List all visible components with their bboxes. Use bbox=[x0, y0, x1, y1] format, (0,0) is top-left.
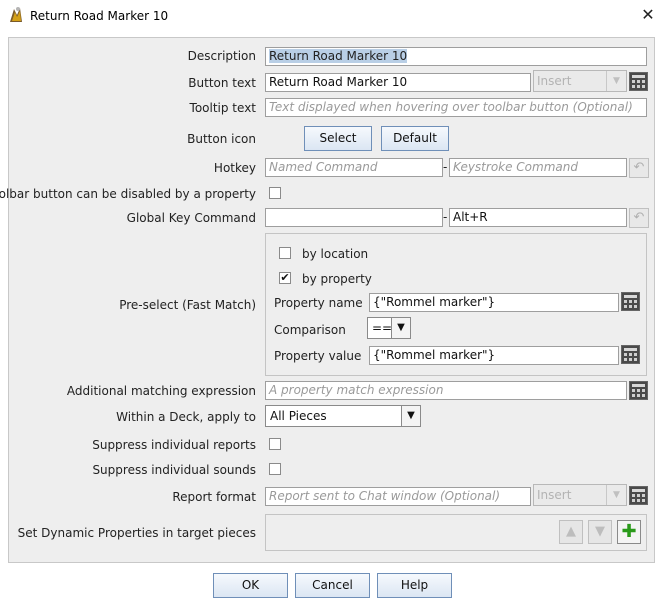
button-text-insert-combo[interactable]: Insert ▼ bbox=[533, 70, 627, 92]
preselect-group: by location ✔ by property Property name … bbox=[265, 233, 647, 376]
property-name-field[interactable]: {"Rommel marker"} bbox=[369, 293, 619, 312]
button-icon-label: Button icon bbox=[187, 132, 256, 146]
suppress-reports-checkbox[interactable] bbox=[269, 438, 281, 450]
property-value-calculator-icon[interactable] bbox=[621, 345, 640, 364]
by-location-label: by location bbox=[302, 247, 369, 261]
property-value-label: Property value bbox=[274, 349, 362, 363]
description-field[interactable]: Return Road Marker 10 bbox=[265, 47, 647, 66]
comparison-value: == bbox=[372, 321, 393, 335]
report-format-label: Report format bbox=[172, 490, 256, 504]
dynamic-properties-box: ▲ ▼ ✚ bbox=[265, 514, 647, 551]
additional-matching-field[interactable]: A property match expression bbox=[265, 381, 627, 400]
toolbar-disable-label: Toolbar button can be disabled by a prop… bbox=[0, 187, 256, 201]
global-key-separator: - bbox=[443, 210, 448, 224]
within-deck-label: Within a Deck, apply to bbox=[116, 410, 256, 424]
select-icon-button[interactable]: Select bbox=[304, 126, 372, 151]
additional-matching-label: Additional matching expression bbox=[66, 384, 256, 398]
editor-panel: Description Return Road Marker 10 Button… bbox=[0, 37, 655, 563]
report-format-insert-combo[interactable]: Insert ▼ bbox=[533, 484, 627, 506]
comparison-label: Comparison bbox=[274, 323, 346, 337]
by-location-checkbox[interactable] bbox=[279, 247, 291, 259]
hotkey-named-command-field[interactable]: Named Command bbox=[265, 158, 443, 177]
property-name-calculator-icon[interactable] bbox=[621, 292, 640, 311]
description-label: Description bbox=[187, 49, 256, 63]
ok-button[interactable]: OK bbox=[213, 573, 288, 598]
within-deck-value: All Pieces bbox=[270, 409, 327, 423]
hotkey-separator: - bbox=[443, 160, 448, 174]
hotkey-undo-icon[interactable]: ↶ bbox=[629, 158, 649, 178]
global-key-keystroke-field[interactable]: Alt+R bbox=[449, 208, 627, 227]
app-logo-icon bbox=[10, 7, 22, 22]
global-key-named-field[interactable] bbox=[265, 208, 443, 227]
move-down-icon[interactable]: ▼ bbox=[588, 520, 612, 544]
additional-matching-calculator-icon[interactable] bbox=[629, 381, 648, 400]
help-button[interactable]: Help bbox=[377, 573, 452, 598]
button-text-insert-label: Insert bbox=[537, 74, 572, 88]
chevron-down-icon: ▼ bbox=[401, 406, 420, 426]
cancel-button[interactable]: Cancel bbox=[295, 573, 370, 598]
button-text-field[interactable]: Return Road Marker 10 bbox=[265, 73, 531, 92]
report-format-calculator-icon[interactable] bbox=[629, 486, 648, 505]
hotkey-keystroke-field[interactable]: Keystroke Command bbox=[449, 158, 627, 177]
suppress-sounds-label: Suppress individual sounds bbox=[92, 463, 256, 477]
by-property-checkbox[interactable]: ✔ bbox=[279, 272, 291, 284]
suppress-sounds-checkbox[interactable] bbox=[269, 463, 281, 475]
comparison-combo[interactable]: == ▼ bbox=[367, 317, 411, 339]
calculator-icon[interactable] bbox=[629, 72, 648, 91]
default-icon-button[interactable]: Default bbox=[381, 126, 449, 151]
toolbar-disable-checkbox[interactable] bbox=[269, 187, 281, 199]
add-icon[interactable]: ✚ bbox=[617, 520, 641, 544]
dynamic-properties-label: Set Dynamic Properties in target pieces bbox=[17, 526, 256, 540]
chevron-down-icon: ▼ bbox=[606, 71, 626, 91]
close-icon[interactable]: ✕ bbox=[640, 6, 656, 24]
move-up-icon[interactable]: ▲ bbox=[559, 520, 583, 544]
property-value-field[interactable]: {"Rommel marker"} bbox=[369, 346, 619, 365]
hotkey-label: Hotkey bbox=[213, 161, 256, 175]
report-format-insert-label: Insert bbox=[537, 488, 572, 502]
suppress-reports-label: Suppress individual reports bbox=[92, 438, 256, 452]
by-property-label: by property bbox=[302, 272, 372, 286]
global-key-command-label: Global Key Command bbox=[126, 211, 256, 225]
button-text-label: Button text bbox=[188, 76, 256, 90]
report-format-field[interactable]: Report sent to Chat window (Optional) bbox=[265, 487, 531, 506]
tooltip-text-field[interactable]: Text displayed when hovering over toolba… bbox=[265, 98, 647, 117]
property-name-label: Property name bbox=[274, 296, 363, 310]
window-title: Return Road Marker 10 bbox=[30, 9, 169, 23]
description-value: Return Road Marker 10 bbox=[269, 49, 408, 63]
chevron-down-icon: ▼ bbox=[606, 485, 626, 505]
tooltip-text-label: Tooltip text bbox=[189, 101, 256, 115]
chevron-down-icon: ▼ bbox=[391, 318, 410, 338]
preselect-label: Pre-select (Fast Match) bbox=[119, 298, 256, 312]
global-key-undo-icon[interactable]: ↶ bbox=[629, 208, 649, 228]
within-deck-combo[interactable]: All Pieces ▼ bbox=[265, 405, 421, 427]
title-bar: Return Road Marker 10 ✕ bbox=[0, 0, 661, 32]
